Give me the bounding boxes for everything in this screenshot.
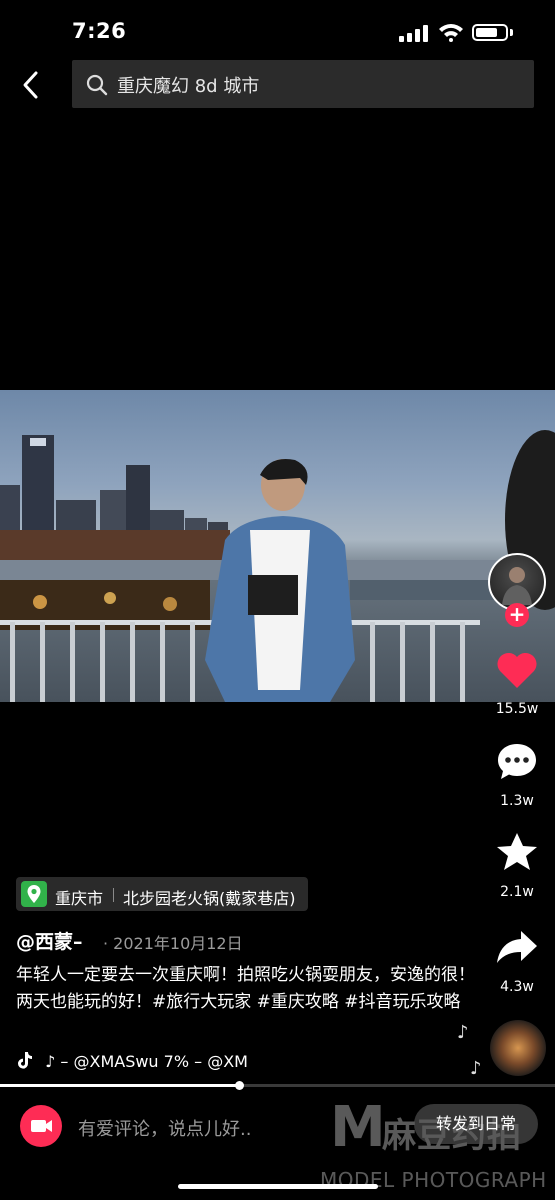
watermark-mark: M xyxy=(330,1095,386,1160)
music-disc[interactable] xyxy=(490,1020,546,1076)
back-arrow-icon[interactable] xyxy=(20,70,42,100)
video-frame-image xyxy=(0,430,555,702)
share-arrow-icon[interactable] xyxy=(495,925,539,969)
search-icon xyxy=(86,74,108,96)
camera-button[interactable] xyxy=(20,1105,62,1147)
progress-fill xyxy=(0,1084,239,1087)
wifi-icon xyxy=(439,24,463,42)
home-indicator[interactable] xyxy=(178,1184,378,1189)
status-time: 7:26 xyxy=(72,19,127,43)
video-player[interactable] xyxy=(0,390,555,702)
follow-plus-button[interactable]: + xyxy=(505,603,529,627)
music-note-icon: ♪ xyxy=(457,1022,469,1043)
progress-knob[interactable] xyxy=(234,1081,244,1090)
avatar-image xyxy=(502,567,532,605)
music-ticker[interactable]: ♪ – @XMASwu 7% – @XM xyxy=(16,1051,286,1075)
battery-tip xyxy=(510,29,513,36)
location-place: 北步园老火锅(戴家巷店) xyxy=(123,889,296,908)
favorite-count: 2.1w xyxy=(500,884,534,900)
heart-like-icon[interactable] xyxy=(495,648,539,692)
comment-count: 1.3w xyxy=(500,793,534,809)
cellular-signal-icon xyxy=(399,24,429,42)
favorite-star-icon[interactable] xyxy=(495,830,539,874)
music-title: ♪ – @XMASwu 7% – @XM xyxy=(45,1052,248,1071)
camera-icon xyxy=(31,1120,52,1132)
post-description: 年轻人一定要去一次重庆啊！拍照吃火锅耍朋友，安逸的很！两天也能玩的好！#旅行大玩… xyxy=(16,965,475,1012)
location-divider xyxy=(113,888,114,902)
battery-icon xyxy=(472,24,508,41)
like-count: 15.5w xyxy=(495,701,539,717)
author-handle[interactable]: @西蒙– xyxy=(16,927,83,954)
search-query[interactable]: 重庆魔幻 8d 城市 xyxy=(117,72,259,98)
post-date: · 2021年10月12日 xyxy=(103,934,243,953)
location-city: 重庆市 xyxy=(55,889,104,908)
tiktok-logo-icon xyxy=(18,1052,32,1069)
comment-icon[interactable] xyxy=(495,740,539,784)
forward-to-daily-button[interactable]: 转发到日常 xyxy=(414,1104,538,1144)
music-note-icon: ♪ xyxy=(470,1058,482,1079)
share-count: 4.3w xyxy=(500,979,534,995)
location-pin-icon xyxy=(21,881,47,907)
comment-input[interactable]: 有爱评论，说点儿好.. xyxy=(78,1115,251,1141)
